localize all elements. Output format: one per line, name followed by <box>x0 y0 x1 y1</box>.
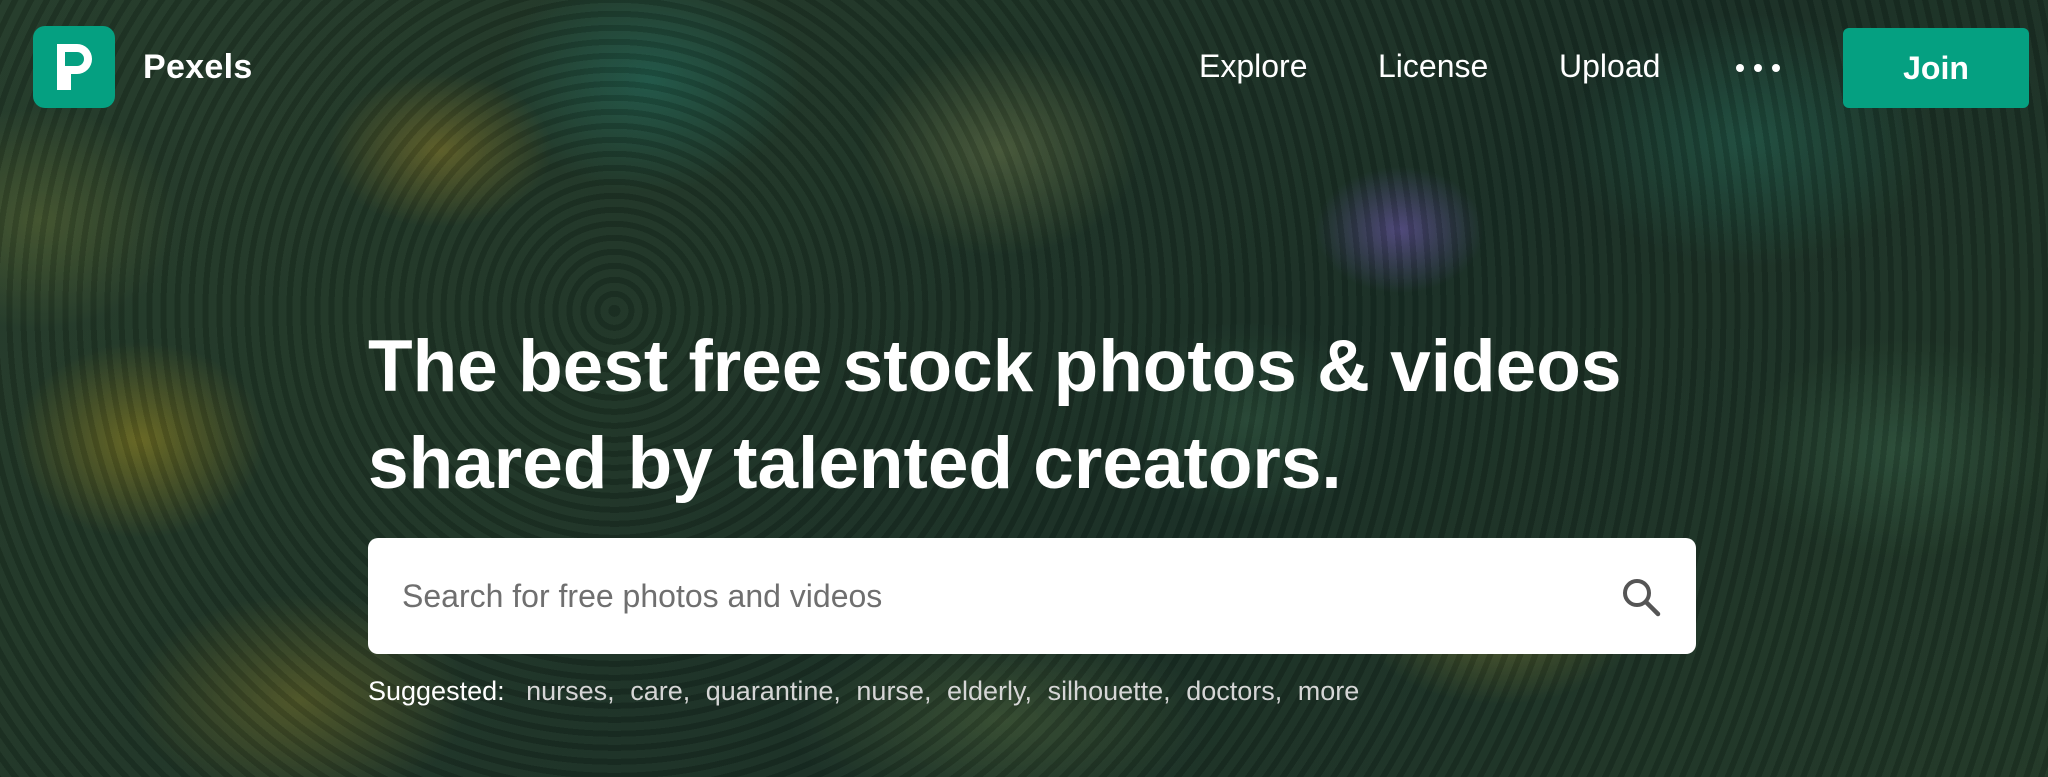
pexels-logo-icon <box>57 44 92 90</box>
separator: , <box>607 676 615 706</box>
headline-line-2: shared by talented creators. <box>368 423 1342 504</box>
headline-line-1: The best free stock photos & videos <box>368 326 1622 407</box>
top-navbar: Pexels Explore License Upload Join <box>0 0 2048 136</box>
separator: , <box>833 676 841 706</box>
suggestion-link[interactable]: quarantine <box>706 676 834 706</box>
nav-license[interactable]: License <box>1378 48 1488 85</box>
suggestion-link[interactable]: nurses <box>526 676 607 706</box>
brand-name[interactable]: Pexels <box>143 48 253 87</box>
suggestion-link[interactable]: silhouette <box>1048 676 1164 706</box>
search-input[interactable] <box>402 538 1582 654</box>
suggestion-link[interactable]: doctors <box>1186 676 1275 706</box>
dot <box>1754 64 1762 72</box>
hero-headline: The best free stock photos & videos shar… <box>368 318 1768 512</box>
suggestion-more-link[interactable]: more <box>1298 676 1360 706</box>
dot <box>1736 64 1744 72</box>
separator: , <box>682 676 691 706</box>
join-button[interactable]: Join <box>1843 28 2029 108</box>
separator: , <box>923 676 932 706</box>
separator: , <box>1163 676 1171 706</box>
suggestion-link[interactable]: elderly <box>947 676 1025 706</box>
separator: , <box>1024 676 1033 706</box>
suggestion-link[interactable]: nurse <box>856 676 924 706</box>
suggested-label: Suggested: <box>368 676 505 706</box>
dot <box>1772 64 1780 72</box>
suggested-searches: Suggested: nurses, care, quarantine, nur… <box>368 676 1359 707</box>
pexels-logo[interactable] <box>33 26 115 108</box>
search-box <box>368 538 1696 654</box>
separator: , <box>1274 676 1283 706</box>
search-icon[interactable] <box>1620 576 1662 618</box>
more-dots-icon[interactable] <box>1736 54 1780 82</box>
nav-upload[interactable]: Upload <box>1559 48 1660 85</box>
nav-explore[interactable]: Explore <box>1199 48 1308 85</box>
suggestion-link[interactable]: care <box>630 676 683 706</box>
